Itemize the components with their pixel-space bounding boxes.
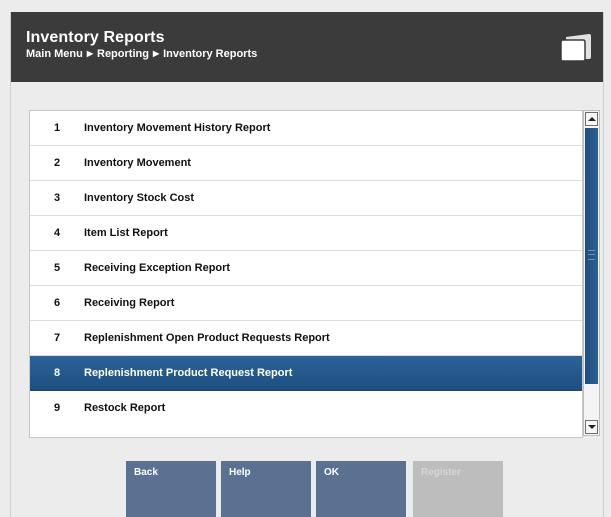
list-item-number: 2 bbox=[53, 157, 61, 169]
list-item-number: 8 bbox=[53, 367, 61, 379]
list-item-1[interactable]: 1 Inventory Movement History Report bbox=[30, 111, 582, 146]
back-button[interactable]: Back bbox=[126, 461, 216, 517]
list-scrollbar[interactable] bbox=[583, 110, 600, 436]
scroll-up-button[interactable] bbox=[585, 112, 598, 126]
grip-icon bbox=[588, 250, 595, 260]
list-item-6[interactable]: 6 Receiving Report bbox=[30, 286, 582, 321]
list-item-label: Receiving Exception Report bbox=[84, 262, 231, 274]
ok-button[interactable]: OK bbox=[316, 461, 406, 517]
list-item-label: Receiving Report bbox=[84, 297, 175, 309]
breadcrumb-main-menu[interactable]: Main Menu bbox=[26, 48, 83, 60]
windows-icon[interactable] bbox=[559, 32, 593, 62]
list-item-3[interactable]: 3 Inventory Stock Cost bbox=[30, 181, 582, 216]
list-item-9[interactable]: 9 Restock Report bbox=[30, 391, 582, 426]
list-item-5[interactable]: 5 Receiving Exception Report bbox=[30, 251, 582, 286]
list-item-label: Item List Report bbox=[84, 227, 168, 239]
list-item-7[interactable]: 7 Replenishment Open Product Requests Re… bbox=[30, 321, 582, 356]
list-item-label: Replenishment Open Product Requests Repo… bbox=[84, 332, 330, 344]
list-item-label: Inventory Movement History Report bbox=[84, 122, 271, 134]
list-item-number: 4 bbox=[53, 227, 61, 239]
report-list: 1 Inventory Movement History Report 2 In… bbox=[29, 110, 583, 438]
register-button: Register bbox=[413, 461, 503, 517]
breadcrumb-reporting[interactable]: Reporting bbox=[97, 48, 149, 60]
page-title: Inventory Reports bbox=[26, 29, 165, 46]
list-item-label: Restock Report bbox=[84, 402, 166, 414]
list-item-label: Replenishment Product Request Report bbox=[84, 367, 293, 379]
app-frame: Inventory Reports Main Menu ▶ Reporting ▶ In… bbox=[10, 12, 604, 517]
list-item-number: 7 bbox=[53, 332, 61, 344]
list-item-number: 3 bbox=[53, 192, 61, 204]
list-item-label: Inventory Stock Cost bbox=[84, 192, 195, 204]
list-item-8-selected[interactable]: 8 Replenishment Product Request Report bbox=[30, 356, 582, 391]
list-item-number: 9 bbox=[53, 402, 61, 414]
scroll-thumb[interactable] bbox=[585, 128, 598, 384]
scroll-down-button[interactable] bbox=[585, 420, 598, 434]
arrow-down-icon bbox=[587, 425, 596, 429]
breadcrumb-separator-icon: ▶ bbox=[86, 49, 93, 58]
arrow-up-icon bbox=[587, 117, 596, 121]
breadcrumb: Main Menu ▶ Reporting ▶ Inventory Reports bbox=[26, 48, 257, 60]
breadcrumb-separator-icon: ▶ bbox=[152, 49, 160, 58]
header-bar: Inventory Reports Main Menu ▶ Reporting ▶ In… bbox=[11, 12, 603, 82]
list-item-number: 5 bbox=[53, 262, 61, 274]
list-item-number: 6 bbox=[53, 297, 61, 309]
list-item-4[interactable]: 4 Item List Report bbox=[30, 216, 582, 251]
list-item-label: Inventory Movement bbox=[84, 157, 191, 169]
list-item-number: 1 bbox=[53, 122, 61, 134]
help-button[interactable]: Help bbox=[221, 461, 311, 517]
breadcrumb-inventory-reports: Inventory Reports bbox=[163, 48, 258, 60]
list-item-2[interactable]: 2 Inventory Movement bbox=[30, 146, 582, 181]
